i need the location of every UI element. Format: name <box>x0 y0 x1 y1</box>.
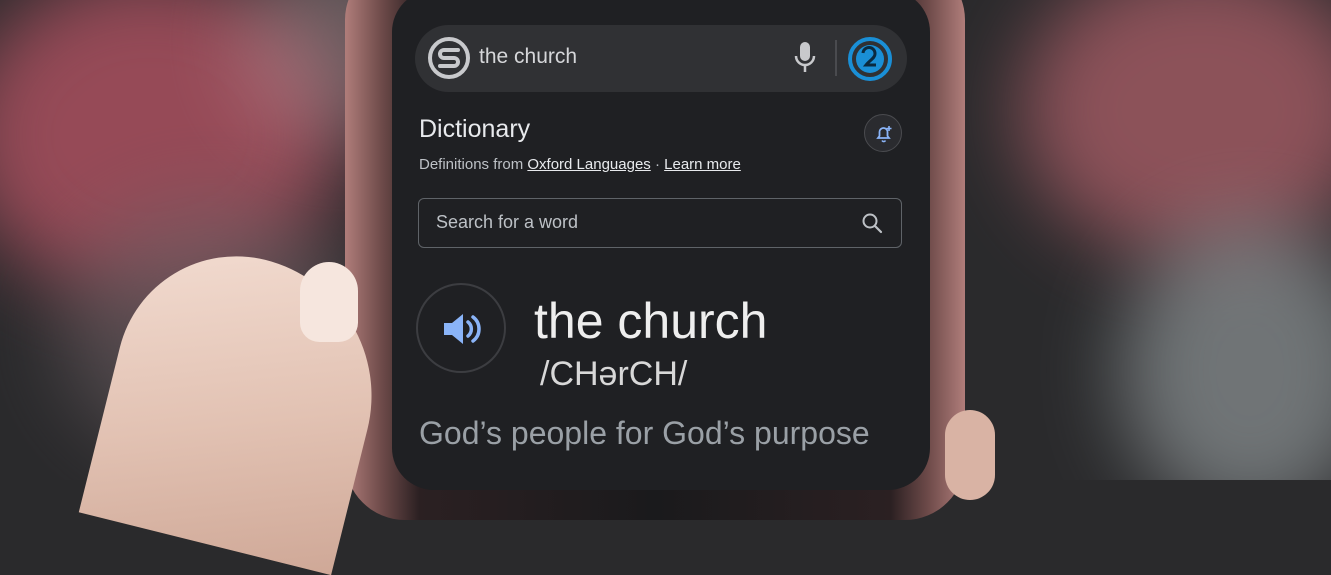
fingertip <box>945 410 995 500</box>
search-query[interactable]: the church <box>479 45 577 69</box>
thumb-nail <box>300 262 358 342</box>
search-icon[interactable] <box>861 212 883 234</box>
notification-button[interactable] <box>864 114 902 152</box>
pronunciation-button[interactable] <box>416 283 506 373</box>
entry-phonetic: /CHərCH/ <box>540 355 688 393</box>
learn-more-link[interactable]: Learn more <box>664 156 741 173</box>
separator: · <box>654 156 660 173</box>
oxford-languages-link[interactable]: Oxford Languages <box>527 156 650 173</box>
speaker-icon <box>444 314 481 344</box>
search-bar-divider <box>835 40 837 76</box>
word-search-input[interactable]: Search for a word <box>436 212 578 233</box>
church-logo-icon[interactable] <box>427 36 471 80</box>
dictionary-source: Definitions from Oxford Languages · Lear… <box>419 156 741 173</box>
source-prefix: Definitions from <box>419 156 524 173</box>
avatar[interactable] <box>848 37 892 81</box>
entry-definition: God’s people for God’s purpose <box>419 415 870 451</box>
mic-icon[interactable] <box>792 40 818 76</box>
dictionary-title: Dictionary <box>419 115 531 143</box>
entry-word: the church <box>534 293 768 349</box>
bell-plus-icon <box>876 126 892 143</box>
